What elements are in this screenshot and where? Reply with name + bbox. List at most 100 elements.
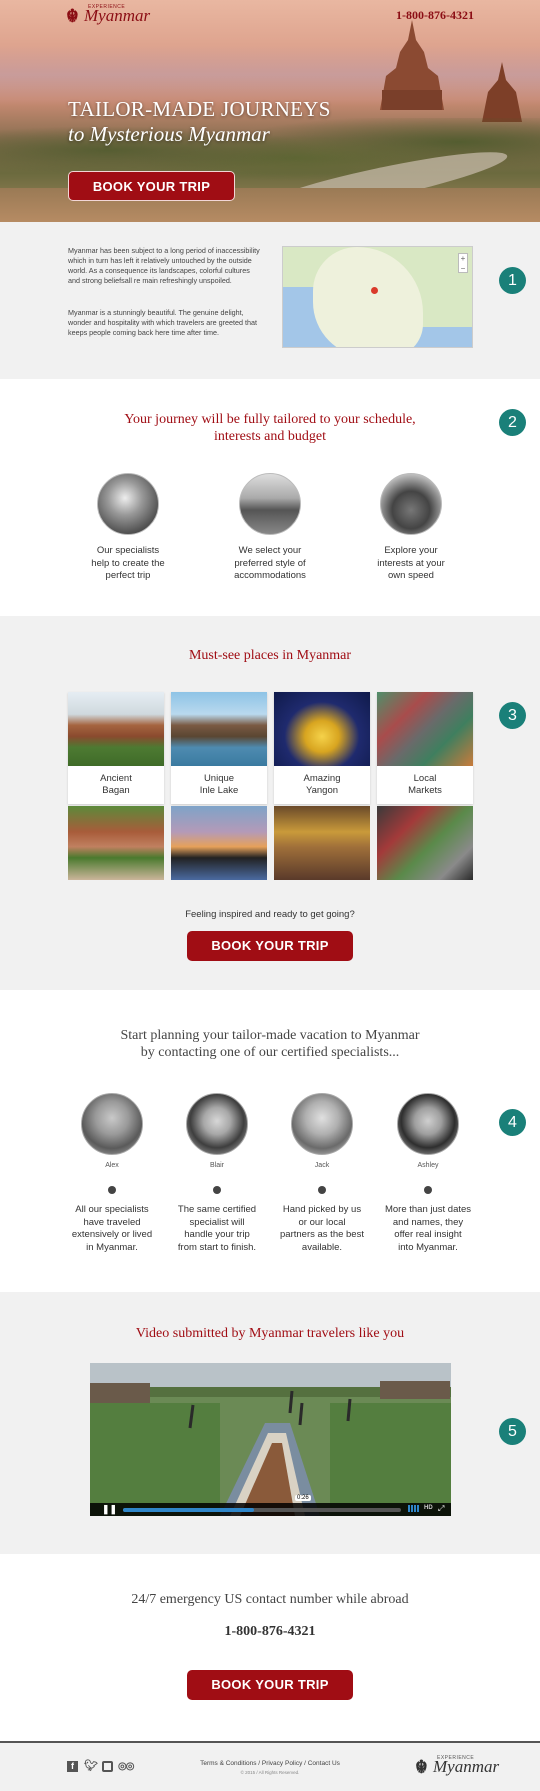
section-number-badge: 5 xyxy=(499,1418,526,1445)
contact-section: 24/7 emergency US contact number while a… xyxy=(0,1554,540,1741)
bullet-dot-icon xyxy=(213,1186,221,1194)
video-section: Video submitted by Myanmar travelers lik… xyxy=(0,1292,540,1554)
place-card-inle-lake[interactable]: Unique Inle Lake xyxy=(171,692,267,804)
specialists-heading: Start planning your tailor-made vacation… xyxy=(0,1027,540,1061)
logo-mark-icon: ☬ xyxy=(66,6,79,26)
specialists-heading-line2: by contacting one of our certified speci… xyxy=(140,1045,400,1060)
contact-phone[interactable]: 1-800-876-4321 xyxy=(0,1624,540,1640)
logo-small-text: EXPERIENCE xyxy=(437,1755,475,1761)
bullet-dot-icon xyxy=(318,1186,326,1194)
play-pause-icon[interactable]: ❚❚ xyxy=(102,1505,117,1514)
section-number-badge: 2 xyxy=(499,409,526,436)
logo-small-text: EXPERIENCE xyxy=(88,4,126,10)
place-label: Local Markets xyxy=(408,773,442,796)
avatar xyxy=(186,1093,248,1155)
volume-icon[interactable] xyxy=(408,1505,420,1512)
bullet-dot-icon xyxy=(108,1186,116,1194)
hd-toggle[interactable]: HD xyxy=(424,1505,433,1511)
intro-paragraph-2: Myanmar is a stunningly beautiful. The g… xyxy=(68,308,257,337)
specialist-desc: All our specialists have traveled extensiv… xyxy=(71,1204,153,1253)
tailored-section: Your journey will be fully tailored to y… xyxy=(0,379,540,616)
map-zoom-control[interactable]: + − xyxy=(458,253,468,273)
avatar xyxy=(397,1093,459,1155)
video-progress-track[interactable] xyxy=(123,1508,401,1512)
contact-book-button[interactable]: BOOK YOUR TRIP xyxy=(187,1670,353,1700)
hero-subtitle: to Mysterious Myanmar xyxy=(68,122,270,146)
specialists-photo xyxy=(97,473,159,535)
contact-heading: 24/7 emergency US contact number while a… xyxy=(131,1592,409,1607)
video-time: 0:26 xyxy=(295,1495,311,1501)
specialist-name: Alex xyxy=(105,1162,119,1169)
temple-image xyxy=(380,20,444,110)
video-heading: Video submitted by Myanmar travelers lik… xyxy=(135,1326,405,1341)
feature-item: Explore your interests at your own speed xyxy=(356,473,466,583)
specialist-card[interactable]: Ashley More than just dates and names, th… xyxy=(378,1093,478,1254)
tailored-heading: Your journey will be fully tailored to y… xyxy=(0,411,540,445)
specialist-name: Blair xyxy=(209,1162,224,1169)
hero-book-button[interactable]: BOOK YOUR TRIP xyxy=(68,171,235,201)
place-card-yangon[interactable]: Amazing Yangon xyxy=(274,692,370,804)
specialist-card[interactable]: Alex All our specialists have traveled ext… xyxy=(62,1093,162,1254)
hero-title: TAILOR-MADE JOURNEYS xyxy=(68,97,331,121)
places-section: Must-see places in Myanmar 3 Ancient Baga… xyxy=(0,616,540,990)
section-number-badge: 4 xyxy=(499,1109,526,1136)
temple-image-small xyxy=(482,62,522,122)
specialist-card[interactable]: Blair The same certified specialist will h… xyxy=(167,1093,267,1254)
place-label: Ancient Bagan xyxy=(100,773,132,796)
bullet-dot-icon xyxy=(424,1186,432,1194)
places-heading: Must-see places in Myanmar xyxy=(188,648,352,663)
footer: f 🐦︎ ◎◎ Terms & Conditions / Privacy Pol… xyxy=(0,1741,540,1791)
map-pin-icon xyxy=(371,287,378,294)
video-progress-fill xyxy=(123,1508,254,1512)
inle-lake-photo xyxy=(171,692,267,766)
logo-mark-icon: ☬ xyxy=(415,1757,428,1777)
footer-logo[interactable]: ☬ EXPERIENCE Myanmar xyxy=(415,1755,499,1777)
specialist-desc: The same certified specialist will handle … xyxy=(177,1204,257,1253)
yangon-photo xyxy=(274,692,370,766)
explore-photo xyxy=(380,473,442,535)
specialist-name: Ashley xyxy=(417,1162,439,1169)
hero-banner: ☬ EXPERIENCE Myanmar 1-800-876-4321 TAIL… xyxy=(0,0,540,222)
feature-caption: Explore your interests at your own speed xyxy=(377,545,445,581)
feature-caption: Our specialists help to create the perfect… xyxy=(91,545,165,581)
place-card-bagan[interactable]: Ancient Bagan xyxy=(68,692,164,804)
feature-caption: We select your preferred style of accommod… xyxy=(234,545,306,581)
specialists-section: Start planning your tailor-made vacation… xyxy=(0,990,540,1292)
bagan-path-photo xyxy=(68,806,164,880)
tailored-heading-line1: Your journey will be fully tailored to y… xyxy=(124,412,416,427)
header-phone[interactable]: 1-800-876-4321 xyxy=(396,8,474,23)
specialist-desc: More than just dates and names, they offer… xyxy=(384,1204,472,1253)
fullscreen-icon[interactable]: ⤢ xyxy=(438,1504,444,1513)
specialist-name: Jack xyxy=(314,1162,330,1169)
markets-photo xyxy=(377,692,473,766)
intro-section: Myanmar has been subject to a long perio… xyxy=(0,222,540,379)
video-player[interactable]: ❚❚ 0:26 HD ⤢ xyxy=(90,1363,451,1516)
avatar xyxy=(291,1093,353,1155)
market-stall-photo xyxy=(377,806,473,880)
map-land xyxy=(313,247,423,347)
yangon-interior-photo xyxy=(274,806,370,880)
section-number-badge: 1 xyxy=(499,267,526,294)
intro-paragraph-1: Myanmar has been subject to a long perio… xyxy=(68,246,260,285)
inspire-prompt: Feeling inspired and ready to get going? xyxy=(185,909,355,920)
site-logo[interactable]: ☬ EXPERIENCE Myanmar xyxy=(66,4,150,26)
inle-sunset-photo xyxy=(171,806,267,880)
avatar xyxy=(81,1093,143,1155)
specialist-card[interactable]: Jack Hand picked by us or our local partne… xyxy=(272,1093,372,1254)
video-controls: ❚❚ 0:26 HD ⤢ xyxy=(90,1495,451,1516)
place-card-markets[interactable]: Local Markets xyxy=(377,692,473,804)
bagan-photo xyxy=(68,692,164,766)
place-label: Unique Inle Lake xyxy=(199,773,239,796)
feature-item: We select your preferred style of accommod… xyxy=(215,473,325,583)
place-label: Amazing Yangon xyxy=(303,773,341,796)
specialist-desc: Hand picked by us or our local partners as… xyxy=(280,1204,364,1253)
video-frame xyxy=(90,1363,451,1516)
hero-sky-haze xyxy=(0,45,540,105)
places-book-button[interactable]: BOOK YOUR TRIP xyxy=(187,931,353,961)
accommodations-photo xyxy=(239,473,301,535)
specialists-heading-line1: Start planning your tailor-made vacation… xyxy=(120,1028,420,1043)
section-number-badge: 3 xyxy=(499,702,526,729)
tailored-heading-line2: interests and budget xyxy=(214,429,326,444)
location-map[interactable]: + − xyxy=(282,246,473,348)
feature-item: Our specialists help to create the perfect… xyxy=(73,473,183,583)
